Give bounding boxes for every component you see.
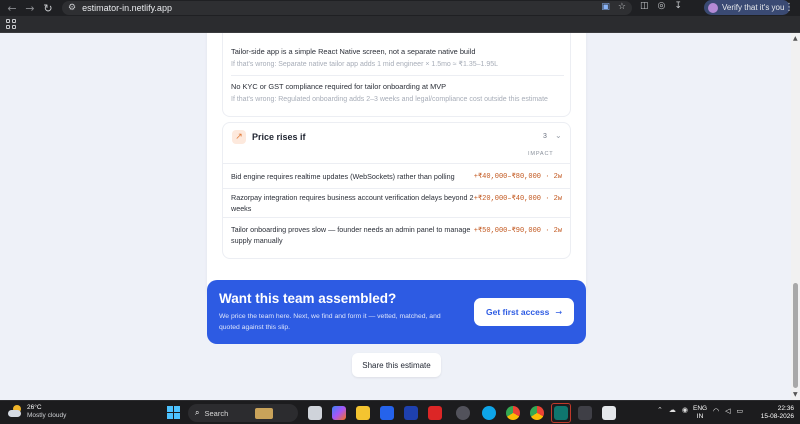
scroll-up-icon[interactable]: ▲ bbox=[793, 35, 798, 42]
scrollbar-thumb[interactable] bbox=[793, 283, 798, 388]
risk-row: Tailor onboarding proves slow — founder … bbox=[223, 217, 570, 253]
reload-icon[interactable]: ↻ bbox=[40, 0, 56, 16]
active-app-icon[interactable] bbox=[554, 406, 568, 420]
share-estimate-button[interactable]: Share this estimate bbox=[352, 353, 441, 377]
risk-impact: +₹40,000–₹80,000 · 2w bbox=[473, 173, 562, 181]
avatar bbox=[708, 2, 718, 13]
impact-column-header: IMPACT bbox=[528, 151, 554, 157]
sync-icon[interactable]: ◎ bbox=[658, 1, 666, 11]
time: 22:36 bbox=[777, 405, 794, 412]
wifi-icon: ◠ bbox=[713, 407, 720, 415]
region-code: IN bbox=[696, 413, 704, 420]
url-text: estimator-in.netlify.app bbox=[82, 3, 172, 13]
chrome-profile-icon[interactable] bbox=[530, 406, 544, 420]
taskbar: 26°C Mostly cloudy ⌕ Search ⌃ ☁ ◉ ENG IN… bbox=[0, 400, 800, 424]
copilot-icon[interactable] bbox=[332, 406, 346, 420]
cloudy-weather-icon bbox=[8, 405, 22, 419]
notepad-icon[interactable] bbox=[602, 406, 616, 420]
app-tray-icon[interactable]: ◉ bbox=[682, 406, 688, 414]
chrome-icon[interactable] bbox=[506, 406, 520, 420]
taskbar-search[interactable]: ⌕ Search bbox=[188, 404, 298, 422]
system-tray: ⌃ ☁ ◉ bbox=[657, 406, 688, 414]
divider bbox=[231, 75, 564, 76]
app-icon[interactable] bbox=[404, 406, 418, 420]
quick-settings[interactable]: ◠ ◁ ▭ bbox=[713, 407, 743, 415]
price-rises-card: ↗ Price rises if 3 ⌄ IMPACT Bid engine r… bbox=[222, 122, 571, 259]
cta-button-label: Get first access bbox=[485, 307, 550, 317]
assumption-if-wrong: If that's wrong: Separate native tailor … bbox=[231, 61, 499, 68]
search-highlight-icon bbox=[255, 407, 274, 419]
extensions-icon[interactable]: ◫ bbox=[640, 1, 649, 11]
risk-row: Razorpay integration requires business a… bbox=[223, 188, 570, 217]
assumption-if-wrong: If that's wrong: Regulated onboarding ad… bbox=[231, 96, 548, 103]
temperature: 26°C bbox=[27, 404, 42, 411]
bookmark-star-icon[interactable]: ☆ bbox=[618, 2, 626, 12]
site-info-icon[interactable]: ⚙ bbox=[68, 3, 76, 13]
language-indicator[interactable]: ENG IN bbox=[693, 405, 707, 421]
risk-text: Bid engine requires realtime updates (We… bbox=[231, 172, 455, 181]
cta-description: We price the team here. Next, we find an… bbox=[219, 313, 441, 331]
bookmarks-bar bbox=[0, 16, 800, 33]
volume-icon: ◁ bbox=[725, 407, 731, 415]
search-label: Search bbox=[204, 408, 229, 418]
downloads-icon[interactable]: ↧ bbox=[674, 1, 682, 11]
price-rises-count: 3 bbox=[543, 133, 547, 140]
mcafee-icon[interactable] bbox=[428, 406, 442, 420]
address-bar[interactable]: ⚙ estimator-in.netlify.app ▣ ☆ bbox=[62, 1, 632, 15]
trending-up-icon: ↗ bbox=[232, 130, 246, 144]
assumptions-card: Tailor-side app is a simple React Native… bbox=[222, 33, 571, 117]
risk-impact: +₹20,000–₹40,000 · 2w bbox=[473, 195, 562, 203]
start-windows-icon[interactable] bbox=[167, 406, 180, 419]
assumption-item: Tailor-side app is a simple React Native… bbox=[231, 47, 561, 70]
language-code: ENG bbox=[693, 405, 708, 412]
chevron-down-icon[interactable]: ⌄ bbox=[555, 131, 562, 140]
weather-condition: Mostly cloudy bbox=[27, 412, 67, 419]
menu-dots-icon[interactable]: ⋮ bbox=[784, 2, 794, 13]
cloud-sync-icon[interactable]: ☁ bbox=[669, 406, 676, 414]
team-cta-banner: Want this team assembled? We price the t… bbox=[207, 280, 586, 344]
file-explorer-icon[interactable] bbox=[356, 406, 370, 420]
microsoft-store-icon[interactable] bbox=[380, 406, 394, 420]
clock[interactable]: 22:36 15-08-2026 bbox=[758, 405, 794, 421]
apps-grid-icon[interactable] bbox=[6, 19, 16, 29]
arrow-right-icon: → bbox=[555, 307, 563, 317]
risk-text: Razorpay integration requires business a… bbox=[231, 193, 474, 213]
task-view-icon[interactable] bbox=[308, 406, 322, 420]
back-arrow-icon[interactable]: ← bbox=[4, 0, 20, 16]
profile-label: Verify that it's you bbox=[722, 3, 785, 12]
get-first-access-button[interactable]: Get first access → bbox=[474, 298, 574, 326]
risk-text: Tailor onboarding proves slow — founder … bbox=[231, 225, 471, 245]
battery-icon: ▭ bbox=[736, 407, 744, 415]
weather-widget[interactable]: 26°C Mostly cloudy bbox=[8, 404, 66, 420]
risk-impact: +₹50,000–₹90,000 · 2w bbox=[473, 227, 562, 235]
browser-toolbar: ← → ↻ ⚙ estimator-in.netlify.app ▣ ☆ ◫ ◎… bbox=[0, 0, 800, 16]
forward-arrow-icon[interactable]: → bbox=[22, 0, 38, 16]
cta-title: Want this team assembled? bbox=[219, 291, 397, 306]
assumption-text: Tailor-side app is a simple React Native… bbox=[231, 47, 476, 56]
scroll-down-icon[interactable]: ▼ bbox=[793, 391, 798, 398]
scrollbar[interactable]: ▲ ▼ bbox=[791, 33, 800, 400]
assumption-text: No KYC or GST compliance required for ta… bbox=[231, 82, 447, 91]
cast-icon[interactable]: ▣ bbox=[601, 2, 610, 12]
terminal-icon[interactable] bbox=[578, 406, 592, 420]
chevron-up-icon[interactable]: ⌃ bbox=[657, 406, 663, 414]
assumption-item: No KYC or GST compliance required for ta… bbox=[231, 82, 561, 105]
price-rises-title: Price rises if bbox=[252, 132, 306, 142]
profile-chip[interactable]: Verify that it's you bbox=[704, 0, 791, 15]
search-icon: ⌕ bbox=[195, 408, 200, 417]
settings-gear-icon[interactable] bbox=[456, 406, 470, 420]
date: 15-08-2026 bbox=[760, 413, 794, 420]
page-viewport: Tailor-side app is a simple React Native… bbox=[0, 33, 791, 400]
risk-row: Bid engine requires realtime updates (We… bbox=[223, 163, 570, 188]
edge-browser-icon[interactable] bbox=[482, 406, 496, 420]
